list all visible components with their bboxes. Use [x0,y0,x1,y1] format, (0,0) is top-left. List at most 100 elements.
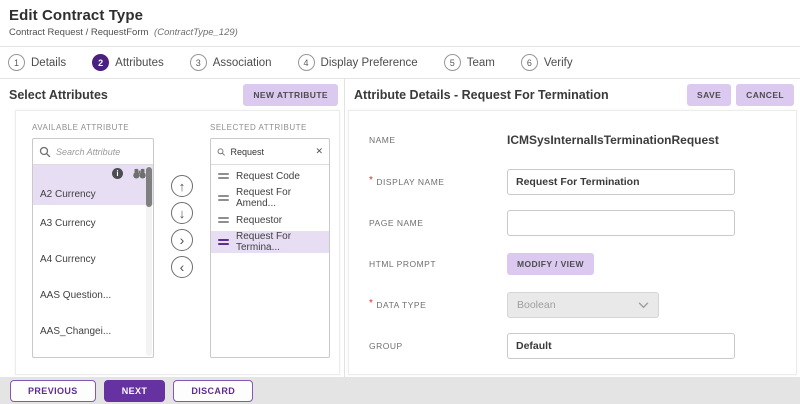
modify-view-button[interactable]: MODIFY / VIEW [507,253,594,275]
step-number: 6 [521,54,538,71]
step-label: Verify [544,57,573,69]
drag-handle-icon[interactable] [218,173,229,179]
clear-search-icon[interactable]: ✕ [315,147,323,156]
save-button[interactable]: SAVE [687,84,731,106]
step-display-preference[interactable]: 4 Display Preference [298,54,418,71]
available-attribute-label: AVAILABLE ATTRIBUTE [32,123,154,132]
display-name-label: *DISPLAY NAME [369,177,507,188]
available-attribute-column: AVAILABLE ATTRIBUTE i [32,123,154,374]
step-label: Details [31,57,66,69]
step-label: Team [467,57,495,69]
selected-item[interactable]: Request For Amend... [211,187,329,209]
available-item-label: AAS_Changei... [40,326,111,337]
wizard-steps: 1 Details 2 Attributes 3 Association 4 D… [0,46,800,79]
drag-handle-icon[interactable] [218,195,229,201]
data-type-value: Boolean [517,299,556,311]
html-prompt-field-row: HTML PROMPT MODIFY / VIEW [369,251,796,277]
available-item-label: A4 Currency [40,254,96,265]
cancel-button[interactable]: CANCEL [736,84,794,106]
step-verify[interactable]: 6 Verify [521,54,573,71]
name-field-row: NAME ICMSysInternalIsTerminationRequest [369,127,796,153]
selected-item-label: Request For Amend... [236,187,329,209]
page-name-label: PAGE NAME [369,218,507,228]
move-right-button[interactable]: › [171,229,193,251]
move-left-button[interactable]: ‹ [171,256,193,278]
step-team[interactable]: 5 Team [444,54,495,71]
drag-handle-icon[interactable] [218,217,229,223]
step-number: 4 [298,54,315,71]
group-field-row: GROUP [369,333,796,359]
step-label: Attributes [115,57,164,69]
breadcrumb: Contract Request / RequestForm (Contract… [9,27,790,38]
step-label: Association [213,57,272,69]
html-prompt-label: HTML PROMPT [369,259,507,269]
page-header: Edit Contract Type Contract Request / Re… [0,0,800,46]
display-name-input[interactable] [507,169,735,195]
attribute-details-form: NAME ICMSysInternalIsTerminationRequest … [348,110,797,375]
step-number: 3 [190,54,207,71]
scrollbar-thumb[interactable] [146,167,152,207]
move-arrows-column: ↑ ↓ › ‹ [154,123,210,374]
main-content: Select Attributes NEW ATTRIBUTE AVAILABL… [0,79,800,377]
selected-search-input[interactable] [230,147,310,157]
required-asterisk: * [369,298,373,309]
selected-attribute-label: SELECTED ATTRIBUTE [210,123,330,132]
attribute-details-header: Attribute Details - Request For Terminat… [345,79,800,110]
name-label: NAME [369,135,507,145]
chevron-left-icon: ‹ [180,260,185,274]
next-button[interactable]: NEXT [104,380,166,402]
display-name-field-row: *DISPLAY NAME [369,169,796,195]
search-icon [39,146,51,158]
available-item-label: A3 Currency [40,218,96,229]
step-label: Display Preference [321,57,418,69]
selected-attribute-column: SELECTED ATTRIBUTE ✕ Request [210,123,330,374]
group-label: GROUP [369,341,507,351]
info-icon[interactable]: i [112,168,123,179]
previous-button[interactable]: PREVIOUS [10,380,96,402]
selected-attribute-list: ✕ Request Code Request For Amend... [210,138,330,358]
available-item-highlighted[interactable]: i A2 Currency [33,165,153,205]
new-attribute-button[interactable]: NEW ATTRIBUTE [243,84,338,106]
arrow-up-icon: ↑ [179,180,186,193]
select-attributes-header: Select Attributes NEW ATTRIBUTE [0,79,344,110]
wizard-footer: PREVIOUS NEXT DISCARD [0,377,800,404]
available-search-input[interactable] [56,147,136,157]
list-scrollbar[interactable] [146,166,152,356]
discard-button[interactable]: DISCARD [173,380,253,402]
page-name-input[interactable] [507,210,735,236]
selected-item-label: Request Code [236,171,300,182]
breadcrumb-path: Contract Request / RequestForm [9,27,148,38]
available-attribute-list: i A2 Currency [32,138,154,358]
step-number: 5 [444,54,461,71]
available-search-row [33,139,153,165]
move-down-button[interactable]: ↓ [171,202,193,224]
available-item-label: A2 Currency [40,189,147,200]
arrow-down-icon: ↓ [179,207,186,220]
group-input[interactable] [507,333,735,359]
step-association[interactable]: 3 Association [190,54,272,71]
available-item[interactable]: AAS Question... [33,277,153,313]
attribute-picker-card: AVAILABLE ATTRIBUTE i [15,110,340,375]
drag-handle-icon[interactable] [218,239,229,245]
move-up-button[interactable]: ↑ [171,175,193,197]
available-item[interactable]: A3 Currency [33,205,153,241]
required-asterisk: * [369,175,373,186]
chevron-right-icon: › [180,233,185,247]
available-item[interactable]: AAS_Changei... [33,313,153,349]
step-number: 1 [8,54,25,71]
step-attributes[interactable]: 2 Attributes [92,54,164,71]
step-number: 2 [92,54,109,71]
select-attributes-title: Select Attributes [9,88,108,102]
search-icon [217,146,225,158]
binoculars-icon[interactable] [132,168,147,179]
selected-item-highlighted[interactable]: Request For Termina... [211,231,329,253]
selected-search-row: ✕ [211,139,329,165]
selected-item-label: Requestor [236,215,282,226]
name-value: ICMSysInternalIsTerminationRequest [507,133,719,147]
step-details[interactable]: 1 Details [8,54,66,71]
detail-action-buttons: SAVE CANCEL [687,84,794,106]
available-item[interactable]: A4 Currency [33,241,153,277]
selected-item[interactable]: Request Code [211,165,329,187]
data-type-field-row: *DATA TYPE Boolean [369,292,796,318]
selected-item[interactable]: Requestor [211,209,329,231]
